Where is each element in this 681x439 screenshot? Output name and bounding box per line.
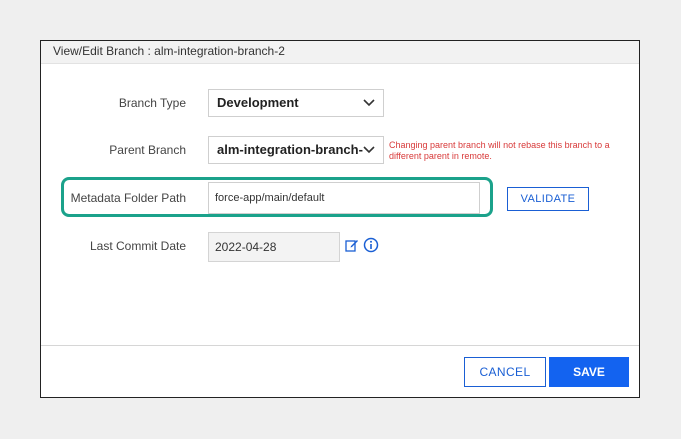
metadata-folder-label: Metadata Folder Path — [70, 191, 186, 205]
dialog-title: View/Edit Branch : alm-integration-branc… — [41, 41, 639, 64]
branch-type-label: Branch Type — [118, 96, 186, 110]
last-commit-label: Last Commit Date — [89, 239, 186, 253]
chevron-down-icon — [363, 99, 375, 107]
chevron-down-icon — [363, 145, 375, 155]
parent-branch-warning: Changing parent branch will not rebase t… — [389, 140, 610, 161]
validate-button[interactable]: VALIDATE — [507, 187, 589, 211]
info-icon[interactable] — [363, 237, 379, 253]
parent-branch-label: Parent Branch — [109, 143, 186, 157]
footer-divider — [41, 345, 639, 346]
parent-branch-value: alm-integration-branch- — [217, 142, 363, 157]
edit-icon[interactable] — [345, 238, 359, 252]
branch-type-select[interactable]: Development — [208, 89, 384, 117]
cancel-button[interactable]: CANCEL — [464, 357, 546, 387]
parent-branch-select[interactable]: alm-integration-branch- — [208, 136, 384, 164]
metadata-folder-input[interactable]: force-app/main/default — [208, 182, 480, 214]
branch-type-value: Development — [217, 95, 299, 110]
edit-branch-dialog: View/Edit Branch : alm-integration-branc… — [40, 40, 640, 398]
last-commit-date-field: 2022-04-28 — [208, 232, 340, 262]
save-button[interactable]: SAVE — [549, 357, 629, 387]
